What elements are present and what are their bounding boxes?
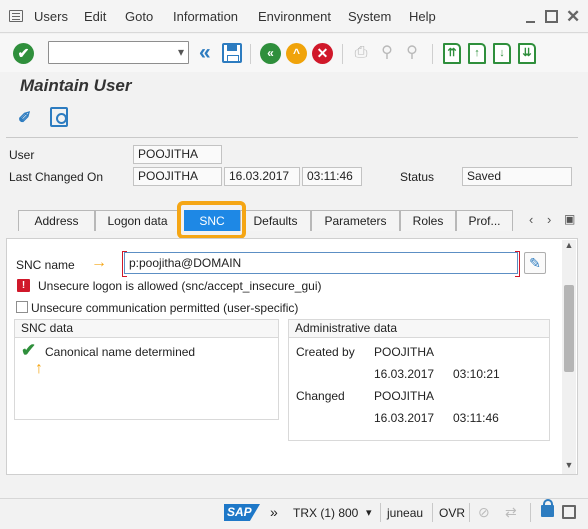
status-field[interactable]: Saved [462,167,572,186]
edit-pencil-icon[interactable]: ✎ [524,252,546,274]
check-icon: ✔ [21,340,37,360]
cancel-icon[interactable]: ✕ [312,43,333,64]
changed-time-value: 03:11:46 [453,411,499,425]
status-more-icon[interactable]: » [270,504,278,520]
snc-data-title: SNC data [15,320,278,338]
find-icon[interactable]: ⚲ [378,44,396,62]
canonical-name-status: Canonical name determined [45,345,196,359]
menu-environment[interactable]: Environment [258,9,331,24]
tab-scroll-right-icon[interactable]: › [547,212,551,227]
menu-edit[interactable]: Edit [84,9,106,24]
status-label: Status [400,170,435,184]
tab-list-icon[interactable]: ▣ [564,212,575,226]
changed-label: Changed [296,389,345,403]
status-separator [530,503,531,522]
scroll-down-icon[interactable]: ▼ [562,460,576,474]
menu-system[interactable]: System [348,9,391,24]
user-label: User [9,148,35,162]
next-page-icon[interactable]: ↓ [493,43,511,64]
status-separator [432,503,433,522]
toolbar-separator [342,44,343,64]
tab-address[interactable]: Address [18,210,95,231]
administrative-data-title: Administrative data [289,320,549,338]
unsecure-communication-checkbox[interactable] [16,301,28,313]
menu-icon[interactable] [9,10,23,22]
print-icon[interactable]: ⎙ [352,44,370,62]
host-name: juneau [387,506,424,520]
back-arrows-icon[interactable]: « [199,42,210,63]
menu-goto[interactable]: Goto [125,9,153,24]
system-toolbar: ✔ ▾ « « ^ ✕ ⎙ ⚲ ⚲ ⇈ ↑ ↓ ⇊ [0,34,588,72]
menu-bar: Users Edit Goto Information Environment … [0,0,588,33]
minimize-icon[interactable] [524,10,537,23]
snc-name-label: SNC name [16,258,75,272]
layout-icon[interactable] [562,505,576,519]
changed-by-value: POOJITHA [374,389,435,403]
tab-highlight-box [177,201,246,239]
display-change-icon[interactable]: ✐ [18,108,38,128]
insert-mode[interactable]: OVR [439,506,465,520]
first-page-icon[interactable]: ⇈ [443,43,461,64]
transfer-icon: ⇄ [505,504,517,520]
previous-page-icon[interactable]: ↑ [468,43,486,64]
snc-data-group: SNC data [14,319,279,420]
created-by-value: POOJITHA [374,345,435,359]
status-separator [469,503,470,522]
status-separator [380,503,381,522]
arrow-up-annotation-icon: ↑ [35,360,43,377]
snc-name-input[interactable]: p:poojitha@DOMAIN [122,251,520,277]
tab-parameters[interactable]: Parameters [311,210,400,231]
command-field[interactable]: ▾ [48,41,189,64]
created-time-value: 03:10:21 [453,367,500,381]
insecure-logon-warning: Unsecure logon is allowed (snc/accept_in… [38,279,322,293]
toolbar-separator [432,44,433,64]
tab-scroll-left-icon[interactable]: ‹ [529,212,533,227]
unsecure-communication-label: Unsecure communication permitted (user-s… [31,301,299,315]
transaction-icon: ⊘ [478,504,490,520]
menu-help[interactable]: Help [409,9,436,24]
last-changed-date-field[interactable]: 16.03.2017 [224,167,300,186]
page-title: Maintain User [20,76,132,95]
changed-date-value: 16.03.2017 [374,411,435,425]
system-info[interactable]: TRX (1) 800 [293,506,358,520]
warning-icon: ! [17,279,30,292]
display-icon[interactable] [50,107,68,127]
find-next-icon[interactable]: ⚲ [403,44,421,62]
created-date-value: 16.03.2017 [374,367,435,381]
back-icon[interactable]: « [260,43,281,64]
menu-users[interactable]: Users [34,9,68,24]
toolbar-separator [250,44,251,64]
user-field[interactable]: POOJITHA [133,145,222,164]
last-changed-time-field[interactable]: 03:11:46 [302,167,362,186]
created-by-label: Created by [296,345,355,359]
scroll-up-icon[interactable]: ▲ [562,240,576,254]
exit-icon[interactable]: ^ [286,43,307,64]
save-icon[interactable] [222,43,242,63]
enter-icon[interactable]: ✔ [13,43,34,64]
tab-profiles[interactable]: Prof... [456,210,513,231]
tab-defaults[interactable]: Defaults [240,210,311,231]
last-changed-by-field[interactable]: POOJITHA [133,167,222,186]
scrollbar-thumb[interactable] [564,285,574,372]
system-info-chevron-icon[interactable]: ▾ [366,506,372,519]
tab-roles[interactable]: Roles [400,210,456,231]
menu-information[interactable]: Information [173,9,238,24]
tab-logon-data[interactable]: Logon data [95,210,180,231]
arrow-right-annotation-icon: → [91,254,107,271]
close-icon[interactable]: ✕ [566,8,580,25]
last-changed-label: Last Changed On [9,170,104,184]
chevron-down-icon[interactable]: ▾ [178,45,184,59]
last-page-icon[interactable]: ⇊ [518,43,536,64]
maximize-icon[interactable] [545,10,558,23]
tab-strip: Address Logon data SNC Defaults Paramete… [18,210,558,231]
lock-icon[interactable] [541,499,554,517]
